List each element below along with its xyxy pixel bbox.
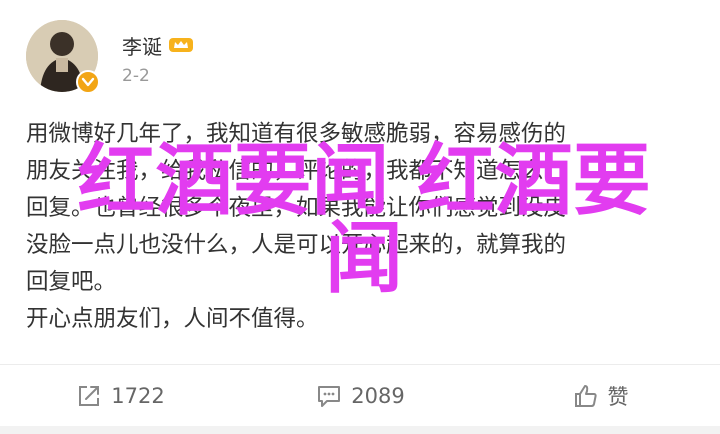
crown-badge-icon[interactable]	[168, 36, 194, 54]
content-line: 回复吧。	[26, 269, 117, 295]
content-line: 开心点朋友们，人间不值得。	[26, 306, 319, 332]
post-time: 2-2	[122, 66, 150, 86]
content-line: 朋友关注我，给我私信的，评论的，我都不知道怎么	[26, 158, 544, 184]
like-label: 赞	[607, 385, 629, 409]
weibo-post: 李诞 2-2 用微博好几年了，我知道有很多敏感脆弱，容易感伤的 朋友关注我，给我…	[0, 0, 720, 434]
content-line: 没脸一点儿也没什么，人是可以开心起来的，就算我的	[26, 232, 567, 258]
content-line: 回复。也曾经很多个夜里，如果我能让你们感觉到没皮	[26, 195, 567, 221]
content-line: 用微博好几年了，我知道有很多敏感脆弱，容易感伤的	[26, 121, 567, 147]
share-count: 1722	[111, 384, 165, 408]
action-bar: 1722 2089 赞	[0, 365, 720, 427]
verified-badge-icon	[76, 70, 100, 94]
author-name[interactable]: 李诞	[122, 31, 162, 60]
like-button[interactable]: 赞	[480, 365, 720, 427]
bottom-separator	[0, 426, 720, 434]
share-button[interactable]: 1722	[0, 365, 240, 427]
author-row: 李诞	[122, 30, 194, 60]
comment-count: 2089	[351, 384, 405, 408]
post-content: 用微博好几年了，我知道有很多敏感脆弱，容易感伤的 朋友关注我，给我私信的，评论的…	[26, 116, 696, 338]
share-icon	[79, 386, 100, 406]
thumbs-up-icon	[574, 385, 597, 407]
comment-icon	[318, 386, 341, 407]
comment-button[interactable]: 2089	[240, 365, 480, 427]
